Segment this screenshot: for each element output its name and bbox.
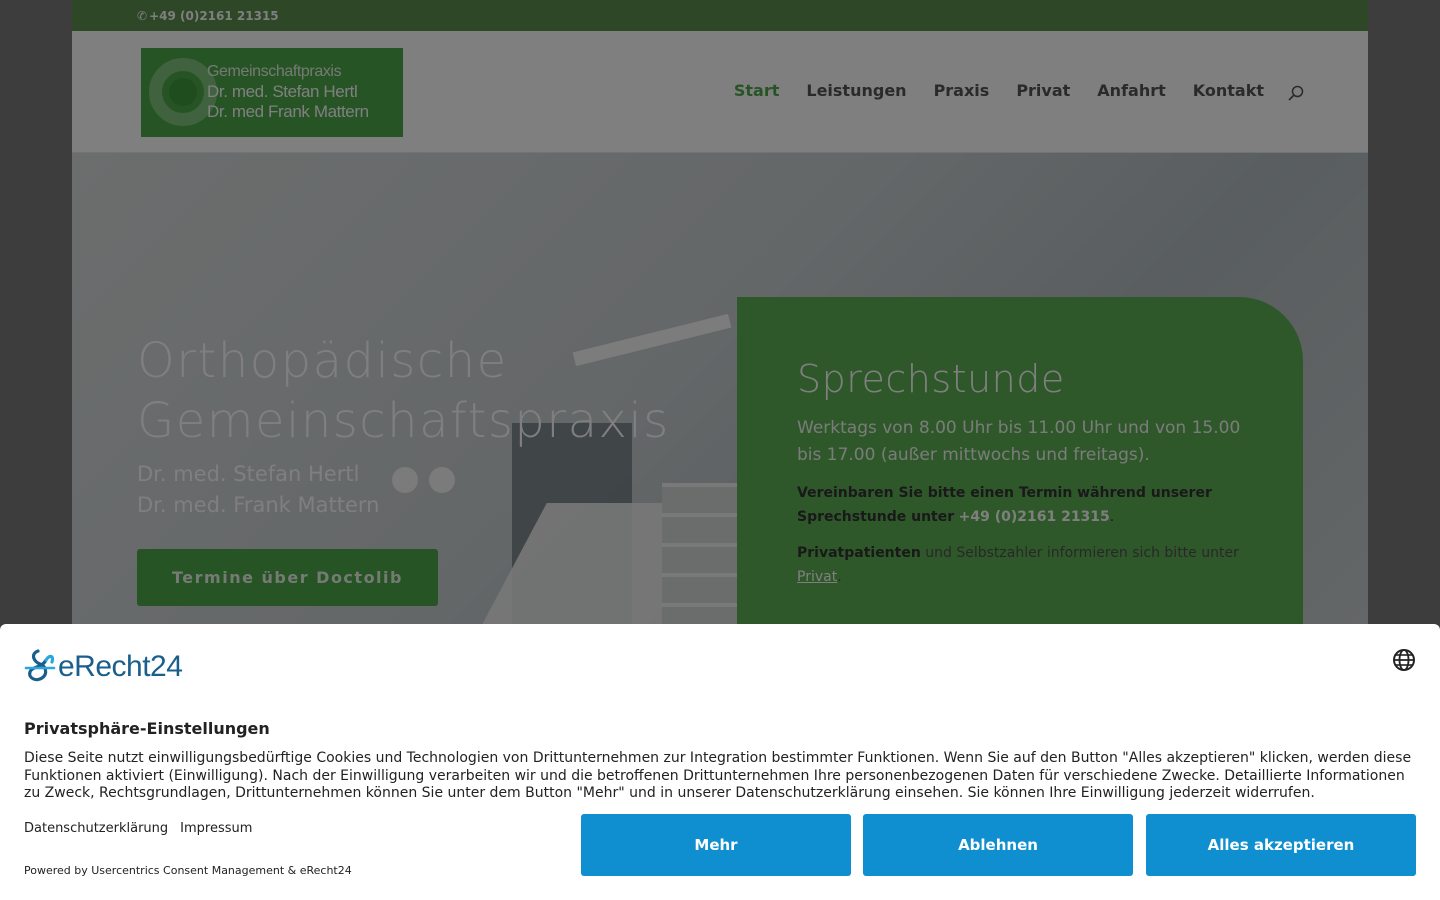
erecht24-mark-icon bbox=[24, 649, 56, 682]
globe-language-icon[interactable] bbox=[1392, 648, 1416, 672]
more-button[interactable]: Mehr bbox=[581, 814, 851, 876]
privacy-policy-link[interactable]: Datenschutzerklärung bbox=[24, 821, 168, 836]
deny-button[interactable]: Ablehnen bbox=[863, 814, 1133, 876]
powered-by-text: Powered by Usercentrics Consent Manageme… bbox=[24, 864, 352, 877]
imprint-link[interactable]: Impressum bbox=[180, 821, 252, 836]
consent-description: Diese Seite nutzt einwilligungsbedürftig… bbox=[24, 750, 1412, 801]
erecht24-logo: eRecht24 bbox=[24, 648, 183, 686]
consent-title: Privatsphäre-Einstellungen bbox=[24, 719, 270, 738]
consent-links: Datenschutzerklärung Impressum bbox=[24, 821, 252, 836]
erecht24-wordmark: eRecht24 bbox=[58, 650, 183, 683]
accept-all-button[interactable]: Alles akzeptieren bbox=[1146, 814, 1416, 876]
consent-banner: eRecht24 Privatsphäre-Einstellungen Dies… bbox=[0, 624, 1440, 900]
